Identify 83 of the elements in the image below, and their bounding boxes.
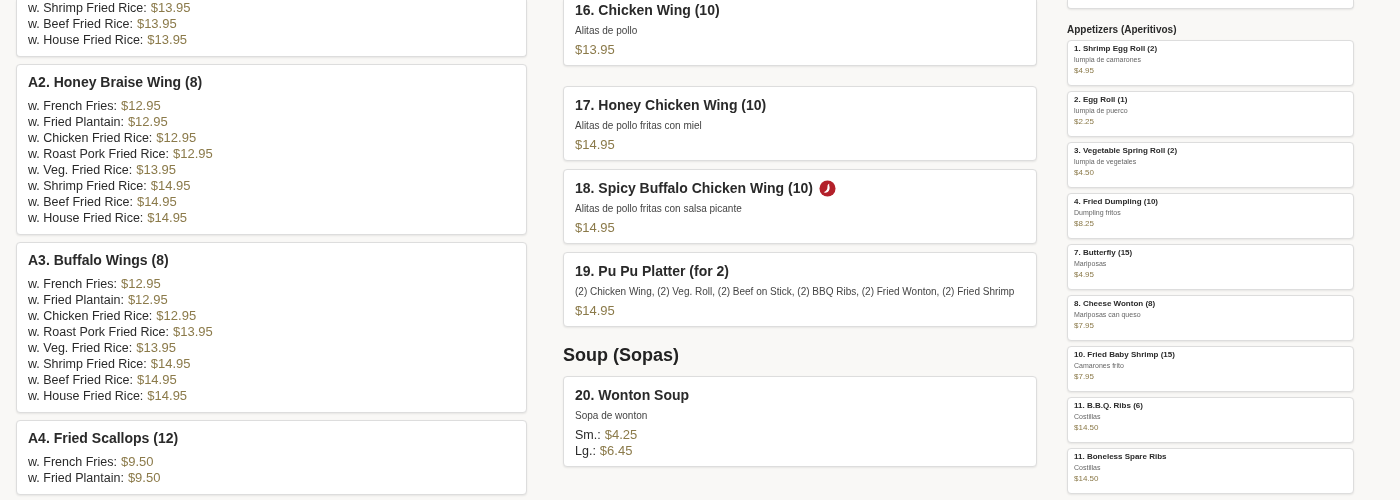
price: $4.95 (1074, 270, 1096, 280)
option-label: w. French Fries: (28, 277, 117, 291)
price: $14.95 (575, 303, 615, 318)
price: $13.95 (136, 162, 176, 177)
dish-title: 8. Cheese Wonton (8) (1074, 299, 1157, 309)
section-heading: Appetizers (Aperitivos) (1067, 24, 1178, 35)
price: $4.95 (1074, 66, 1096, 76)
price: $14.95 (575, 137, 615, 152)
section-heading: Soup (Sopas) (563, 345, 680, 366)
option-label: w. Shrimp Fried Rice: (28, 179, 147, 193)
dish-title: 3. Vegetable Spring Roll (2) (1074, 146, 1179, 156)
option-label: w. Fried Plantain: (28, 471, 124, 485)
price: $9.50 (120, 454, 154, 469)
price: $12.95 (156, 130, 197, 145)
price: $4.25 (604, 427, 638, 442)
dish-description: Alitas de pollo fritas con miel (575, 120, 703, 131)
option-label: w. Beef Fried Rice: (28, 195, 133, 209)
option-label: w. Fried Plantain: (28, 115, 124, 129)
option-label: w. House Fried Rice: (28, 211, 144, 225)
price: $14.95 (136, 194, 177, 209)
price: $14.50 (1074, 474, 1100, 484)
price: $13.95 (150, 0, 191, 15)
price: $14.95 (150, 356, 191, 371)
price: $14.95 (136, 372, 177, 387)
dish-title: 20. Wonton Soup (575, 387, 690, 403)
price: $12.95 (173, 146, 213, 161)
dish-description: Alitas de pollo (575, 25, 639, 36)
option-label: w. Veg. Fried Rice: (28, 163, 133, 177)
price: $12.95 (127, 292, 168, 307)
price: $14.95 (575, 220, 615, 235)
option-label: w. Beef Fried Rice: (28, 17, 133, 31)
dish-title: 10. Fried Baby Shrimp (15) (1074, 350, 1176, 360)
option-label: w. French Fries: (28, 455, 117, 469)
dish-title: A4. Fried Scallops (12) (28, 430, 180, 446)
dish-description: Sopa de wonton (575, 410, 649, 421)
price: $13.95 (136, 340, 176, 355)
option-label: w. Chicken Fried Rice: (28, 131, 153, 145)
option-label: w. French Fries: (28, 99, 117, 113)
price: $13.95 (173, 324, 213, 339)
dish-title: 11. Boneless Spare Ribs (1074, 452, 1168, 462)
price: $6.45 (599, 443, 633, 458)
option-label: w. House Fried Rice: (28, 389, 144, 403)
option-label: w. Veg. Fried Rice: (28, 341, 133, 355)
dish-title: A2. Honey Braise Wing (8) (28, 74, 204, 90)
dish-title: 4. Fried Dumpling (10) (1074, 197, 1159, 207)
price: $12.95 (120, 276, 161, 291)
dish-title: 11. B.B.Q. Ribs (6) (1074, 401, 1144, 411)
dish-title: A3. Buffalo Wings (8) (28, 252, 170, 268)
price: $13.95 (147, 32, 188, 47)
price: $7.95 (1074, 372, 1096, 382)
size-label: Lg.: (575, 444, 596, 458)
price: $14.95 (150, 178, 191, 193)
price: $8.25 (1074, 219, 1096, 229)
price: $14.95 (147, 388, 188, 403)
price: $14.95 (147, 210, 188, 225)
option-label: w. Shrimp Fried Rice: (28, 1, 147, 15)
option-label: w. Shrimp Fried Rice: (28, 357, 147, 371)
price: $14.50 (1074, 423, 1100, 433)
price: $12.95 (127, 114, 168, 129)
dish-title: 7. Butterfly (15) (1074, 248, 1134, 258)
dish-title: 16. Chicken Wing (10) (575, 2, 720, 18)
price: $7.95 (1074, 321, 1096, 331)
dish-title: 19. Pu Pu Platter (for 2) (575, 263, 730, 279)
price: $2.25 (1074, 117, 1096, 127)
price: $4.50 (1074, 168, 1096, 178)
option-label: w. Roast Pork Fried Rice: (28, 325, 169, 339)
price: $9.50 (127, 470, 161, 485)
price: $12.95 (156, 308, 197, 323)
dish-title: 1. Shrimp Egg Roll (2) (1074, 44, 1159, 54)
option-label: w. Beef Fried Rice: (28, 373, 133, 387)
dish-description: (2) Chicken Wing, (2) Veg. Roll, (2) Beef on Stick, (2) BBQ Ribs, (2) Fried Wonton, (2) Fried Shrimp (575, 286, 1016, 297)
dish-title: 18. Spicy Buffalo Chicken Wing (10) (575, 180, 813, 196)
option-label: w. Chicken Fried Rice: (28, 309, 153, 323)
dish-title: 2. Egg Roll (1) (1074, 95, 1129, 105)
price: $13.95 (136, 16, 177, 31)
dish-title: 17. Honey Chicken Wing (10) (575, 97, 767, 113)
option-label: w. House Fried Rice: (28, 33, 144, 47)
dish-description: Alitas de pollo fritas con salsa picante (575, 203, 743, 214)
size-label: Sm.: (575, 428, 601, 442)
price: $13.95 (575, 42, 615, 57)
option-label: w. Roast Pork Fried Rice: (28, 147, 169, 161)
option-label: w. Fried Plantain: (28, 293, 124, 307)
price: $12.95 (120, 98, 161, 113)
